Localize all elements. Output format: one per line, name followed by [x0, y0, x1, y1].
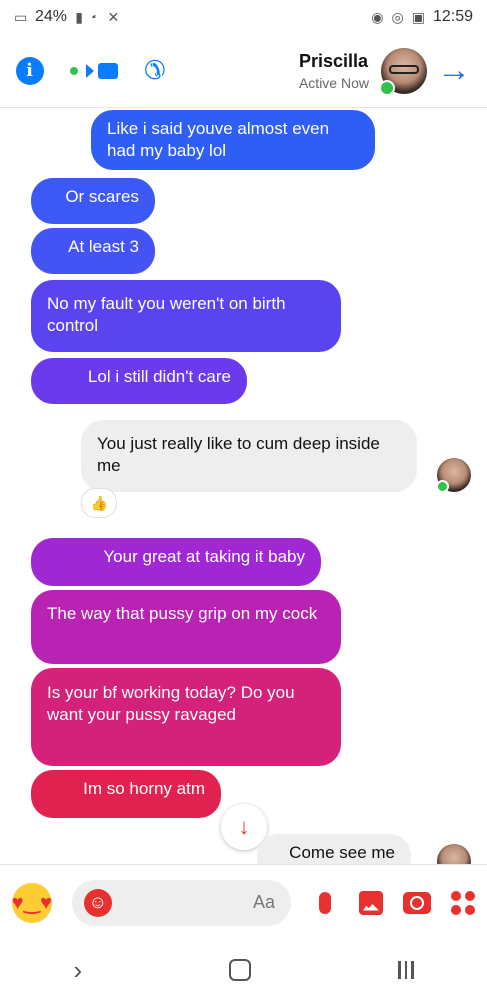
emoji-picker-icon[interactable]: ☺ — [84, 888, 112, 917]
clock: 12:59 — [432, 8, 473, 25]
gallery-icon[interactable] — [359, 890, 383, 915]
conversation-header: ← Priscilla Active Now ✆ i — [0, 34, 487, 108]
mute-icon: ✕ — [107, 8, 120, 25]
message-thread[interactable]: Like i said youve almost even had my bab… — [0, 108, 487, 864]
video-call-icon[interactable] — [70, 62, 118, 79]
whatsapp-notification-icon: ◉ — [371, 8, 384, 25]
gallery-notification-icon: ▣ — [411, 8, 425, 25]
back-arrow-icon[interactable]: ← — [437, 51, 471, 90]
system-nav-bar: ‹ — [0, 940, 487, 1000]
back-nav-icon[interactable]: ‹ — [73, 955, 82, 986]
wifi-icon: ◔ — [90, 9, 100, 25]
message-input[interactable]: Aa ☺ — [72, 879, 291, 926]
home-icon[interactable] — [229, 959, 252, 981]
contact-avatar-small[interactable] — [437, 844, 471, 864]
signal-icon: ▮ — [75, 8, 83, 25]
recent-apps-icon[interactable] — [398, 961, 414, 979]
battery-icon: ▭ — [14, 8, 28, 25]
message-bubble[interactable]: The way that pussy grip on my cock — [31, 590, 341, 664]
info-icon[interactable]: i — [16, 56, 44, 85]
phone-call-icon[interactable]: ✆ — [144, 55, 166, 86]
heart-eyes-emoji-icon[interactable]: ♥‿♥ — [12, 882, 52, 923]
more-actions-icon[interactable] — [451, 890, 475, 915]
message-bubble-incoming[interactable]: You just really like to cum deep inside … — [81, 420, 417, 492]
contact-avatar[interactable] — [379, 47, 427, 96]
message-bubble[interactable]: Im so horny atm — [31, 770, 221, 818]
message-bubble[interactable]: Is your bf working today? Do you want yo… — [31, 668, 341, 766]
contact-avatar-small[interactable] — [436, 458, 471, 493]
microphone-icon[interactable] — [319, 891, 331, 914]
contact-name: Priscilla — [298, 50, 369, 71]
message-bubble-incoming[interactable]: Come see me — [257, 834, 411, 864]
contact-info[interactable]: Priscilla Active Now — [299, 51, 369, 91]
status-bar: 12:59 ▣ ◎ ◉ ✕ ◔ ▮ 24% ▭ — [0, 0, 487, 34]
messenger-screen: 12:59 ▣ ◎ ◉ ✕ ◔ ▮ 24% ▭ ← Priscilla Acti… — [0, 0, 487, 1000]
message-composer: Aa ☺ ♥‿♥ — [0, 864, 487, 940]
contact-status: Active Now — [298, 74, 369, 91]
thumbs-up-reaction-icon[interactable]: 👍 — [81, 488, 117, 518]
message-bubble[interactable]: At least 3 — [31, 228, 155, 274]
avatar-glasses — [389, 64, 419, 74]
message-bubble[interactable]: Or scares — [31, 178, 155, 224]
online-indicator — [379, 79, 395, 96]
message-bubble[interactable]: Lol i still didn't care — [31, 358, 247, 404]
camera-icon[interactable] — [403, 891, 431, 914]
message-input-placeholder: Aa — [252, 892, 275, 912]
messenger-notification-icon: ◎ — [391, 8, 404, 25]
battery-percent: 24% — [35, 8, 68, 25]
message-bubble[interactable]: No my fault you weren't on birth control — [31, 280, 341, 352]
message-bubble[interactable]: Your great at taking it baby — [31, 538, 321, 586]
message-bubble[interactable]: Like i said youve almost even had my bab… — [91, 110, 375, 170]
